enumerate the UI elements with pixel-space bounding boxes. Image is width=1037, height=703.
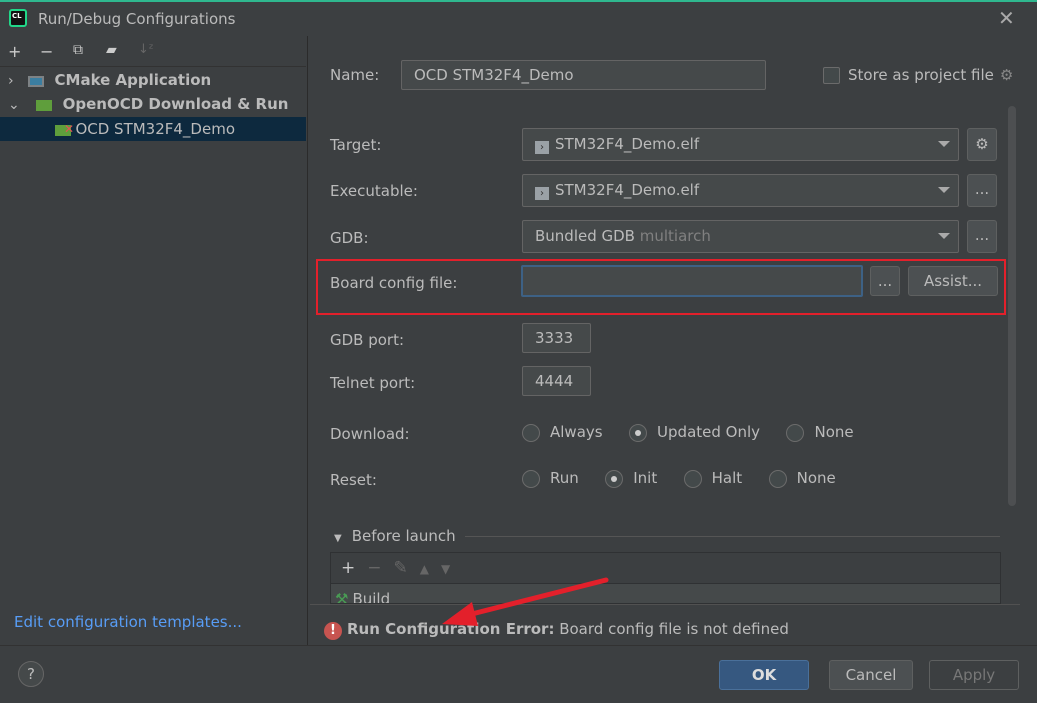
- red-arrow-annotation: [442, 577, 609, 626]
- telnet-port-label: Telnet port:: [330, 374, 416, 392]
- download-label: Download:: [330, 425, 410, 443]
- hammer-icon: ⚒: [335, 590, 349, 604]
- gdb-value: Bundled GDB: [535, 227, 635, 245]
- chevron-down-icon: [938, 141, 950, 147]
- name-input[interactable]: OCD STM32F4_Demo: [401, 60, 766, 90]
- radio-button[interactable]: [683, 469, 702, 488]
- apply-button[interactable]: Apply: [929, 660, 1019, 690]
- radio-label: Run: [550, 469, 579, 487]
- radio-button[interactable]: [522, 469, 540, 488]
- gdb-hint: multiarch: [639, 227, 711, 245]
- before-launch-title: Before launch: [351, 527, 456, 545]
- copy-icon[interactable]: ⧉: [73, 42, 83, 58]
- radio-label: None: [814, 423, 854, 441]
- target-value: STM32F4_Demo.elf: [555, 135, 700, 153]
- ok-button[interactable]: OK: [719, 660, 809, 690]
- minus-icon[interactable]: −: [40, 42, 53, 61]
- name-label: Name:: [330, 66, 380, 84]
- reset-label: Reset:: [330, 471, 377, 489]
- radio-button[interactable]: [629, 423, 648, 442]
- board-config-browse-button[interactable]: ...: [870, 266, 900, 296]
- plus-icon[interactable]: +: [8, 42, 21, 61]
- executable-icon: ›: [535, 187, 549, 200]
- new-folder-icon[interactable]: ▰: [106, 42, 117, 58]
- reset-radio-group: Run Init Halt None: [522, 469, 858, 488]
- gdb-label: GDB:: [330, 229, 369, 247]
- minus-icon[interactable]: −: [367, 558, 381, 578]
- before-launch-toggle[interactable]: ▼ Before launch: [334, 527, 456, 545]
- radio-button[interactable]: [522, 423, 540, 442]
- triangle-down-icon: ▼: [334, 533, 342, 544]
- store-project-checkbox[interactable]: Store as project file ⚙: [823, 66, 1013, 84]
- target-dropdown[interactable]: › STM32F4_Demo.elf: [522, 128, 959, 161]
- radio-button[interactable]: [605, 469, 624, 488]
- chevron-down-icon[interactable]: ⌄: [8, 97, 20, 113]
- download-radio-group: Always Updated Only None: [522, 423, 876, 442]
- error-icon: !: [324, 622, 342, 640]
- tree-item-cmake-application[interactable]: › CMake Application: [0, 68, 306, 92]
- radio-label: Halt: [711, 469, 743, 487]
- cmake-app-icon: [28, 75, 45, 87]
- board-config-input[interactable]: [521, 265, 863, 297]
- executable-dropdown[interactable]: › STM32F4_Demo.elf: [522, 174, 959, 207]
- store-label: Store as project file: [848, 66, 994, 84]
- tree-item-label: CMake Application: [54, 71, 212, 89]
- radio-init[interactable]: Init: [605, 469, 657, 488]
- divider: [310, 604, 1020, 605]
- clion-logo: CL: [9, 9, 27, 27]
- radio-updated-only[interactable]: Updated Only: [629, 423, 760, 442]
- chevron-right-icon[interactable]: ›: [8, 73, 14, 89]
- checkbox[interactable]: [823, 67, 840, 84]
- gdb-port-input[interactable]: 3333: [522, 323, 591, 353]
- window-title: Run/Debug Configurations: [38, 10, 236, 28]
- telnet-port-input[interactable]: 4444: [522, 366, 591, 396]
- radio-run[interactable]: Run: [522, 469, 579, 488]
- close-icon[interactable]: ✕: [998, 6, 1015, 30]
- radio-always[interactable]: Always: [522, 423, 603, 442]
- chevron-down-icon: [938, 233, 950, 239]
- sort-az-icon[interactable]: ↓ᶻ: [138, 42, 154, 57]
- chip-error-icon: ✕: [55, 122, 74, 136]
- radio-label: None: [796, 469, 836, 487]
- cancel-button[interactable]: Cancel: [829, 660, 913, 690]
- board-config-label: Board config file:: [330, 274, 458, 292]
- executable-browse-button[interactable]: ...: [967, 174, 997, 207]
- divider: [0, 645, 1037, 646]
- tree-item-label: OpenOCD Download & Run: [62, 95, 289, 113]
- edit-icon[interactable]: ✎: [394, 558, 408, 578]
- radio-label: Always: [550, 423, 603, 441]
- gdb-browse-button[interactable]: ...: [967, 220, 997, 253]
- radio-button[interactable]: [786, 423, 805, 442]
- executable-label: Executable:: [330, 182, 418, 200]
- divider: [465, 536, 1000, 537]
- scrollbar[interactable]: [1008, 106, 1016, 506]
- gear-icon[interactable]: ⚙: [1000, 66, 1013, 84]
- chip-icon: [36, 99, 53, 111]
- target-settings-button[interactable]: ⚙: [967, 128, 997, 161]
- gdb-port-label: GDB port:: [330, 331, 405, 349]
- tree-item-openocd[interactable]: ⌄ OpenOCD Download & Run: [0, 92, 306, 116]
- divider: [0, 66, 306, 67]
- executable-value: STM32F4_Demo.elf: [555, 181, 700, 199]
- plus-icon[interactable]: +: [341, 558, 355, 578]
- tree-item-ocd-stm32f4-demo[interactable]: ✕ OCD STM32F4_Demo: [0, 117, 306, 141]
- assist-button[interactable]: Assist...: [908, 266, 998, 296]
- chevron-down-icon: [938, 187, 950, 193]
- help-button[interactable]: ?: [18, 661, 44, 687]
- radio-label: Init: [633, 469, 658, 487]
- radio-button[interactable]: [768, 469, 787, 488]
- radio-halt[interactable]: Halt: [683, 469, 743, 488]
- target-label: Target:: [330, 136, 382, 154]
- gear-icon: ⚙: [975, 135, 989, 153]
- edit-templates-link[interactable]: Edit configuration templates...: [14, 613, 242, 631]
- radio-label: Updated Only: [657, 423, 761, 441]
- tree-item-label: OCD STM32F4_Demo: [75, 120, 236, 138]
- radio-none[interactable]: None: [768, 469, 836, 488]
- gdb-dropdown[interactable]: Bundled GDB multiarch: [522, 220, 959, 253]
- executable-icon: ›: [535, 141, 549, 154]
- title-accent-line: [0, 0, 1037, 2]
- item-label: Build: [352, 590, 391, 604]
- radio-none[interactable]: None: [786, 423, 854, 442]
